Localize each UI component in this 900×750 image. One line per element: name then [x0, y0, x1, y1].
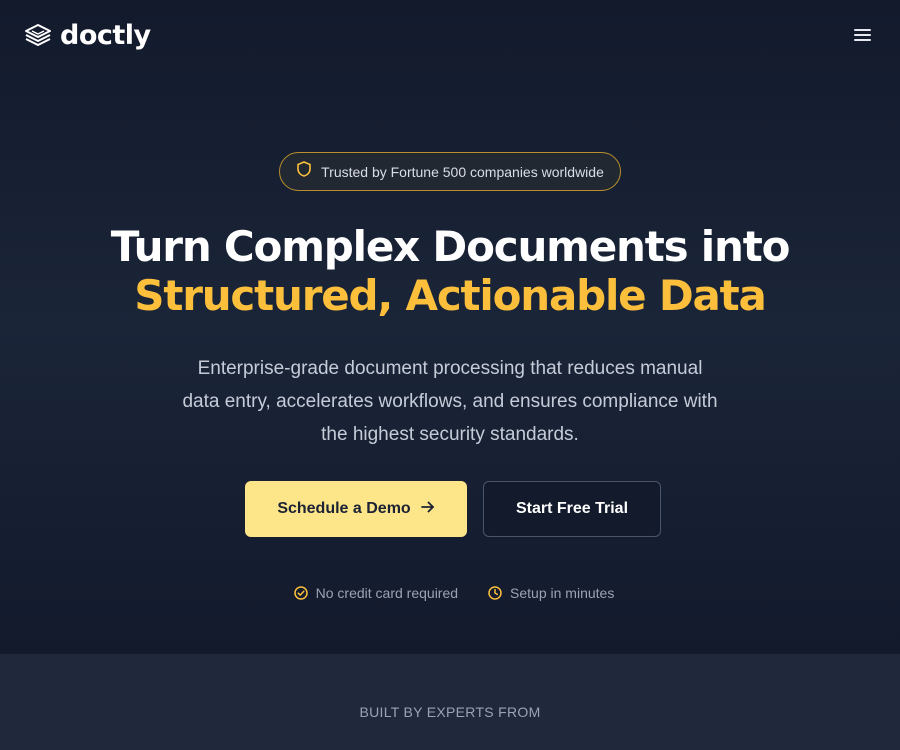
start-free-trial-button[interactable]: Start Free Trial [483, 481, 661, 537]
trust-badge: Trusted by Fortune 500 companies worldwi… [279, 152, 621, 191]
logo[interactable]: doctly [24, 22, 151, 49]
check-circle-icon [293, 586, 308, 600]
feature-notes: No credit card required Setup in minutes [0, 585, 900, 601]
trust-badge-row: Trusted by Fortune 500 companies worldwi… [0, 152, 900, 191]
landing-page: doctly Trusted by Fortune 500 companies … [0, 0, 900, 750]
hero-section: doctly Trusted by Fortune 500 companies … [0, 0, 900, 654]
hero-headline: Turn Complex Documents into Structured, … [0, 222, 900, 320]
shield-icon [297, 161, 311, 182]
arrow-right-icon [420, 500, 435, 518]
logo-text: doctly [60, 20, 151, 51]
headline-line-1: Turn Complex Documents into [110, 222, 791, 271]
experts-section: BUILT BY EXPERTS FROM [0, 654, 900, 750]
stacked-layers-icon [24, 23, 52, 49]
note-text: No credit card required [315, 585, 459, 601]
trust-badge-text: Trusted by Fortune 500 companies worldwi… [321, 163, 604, 180]
note-text: Setup in minutes [510, 585, 615, 601]
experts-heading: BUILT BY EXPERTS FROM [359, 704, 541, 720]
schedule-demo-label: Schedule a Demo [277, 500, 411, 517]
hamburger-menu-icon[interactable] [854, 26, 874, 44]
headline-line-2: Structured, Actionable Data [134, 271, 767, 320]
clock-icon [488, 586, 502, 600]
note-setup-minutes: Setup in minutes [488, 585, 614, 601]
site-header: doctly [0, 0, 900, 78]
hero-subtext: Enterprise-grade document processing tha… [182, 358, 718, 445]
note-no-credit-card: No credit card required [293, 585, 459, 601]
start-free-trial-label: Start Free Trial [515, 500, 629, 517]
schedule-demo-button[interactable]: Schedule a Demo [245, 481, 467, 537]
cta-row: Schedule a Demo Start Free Trial [0, 481, 900, 537]
